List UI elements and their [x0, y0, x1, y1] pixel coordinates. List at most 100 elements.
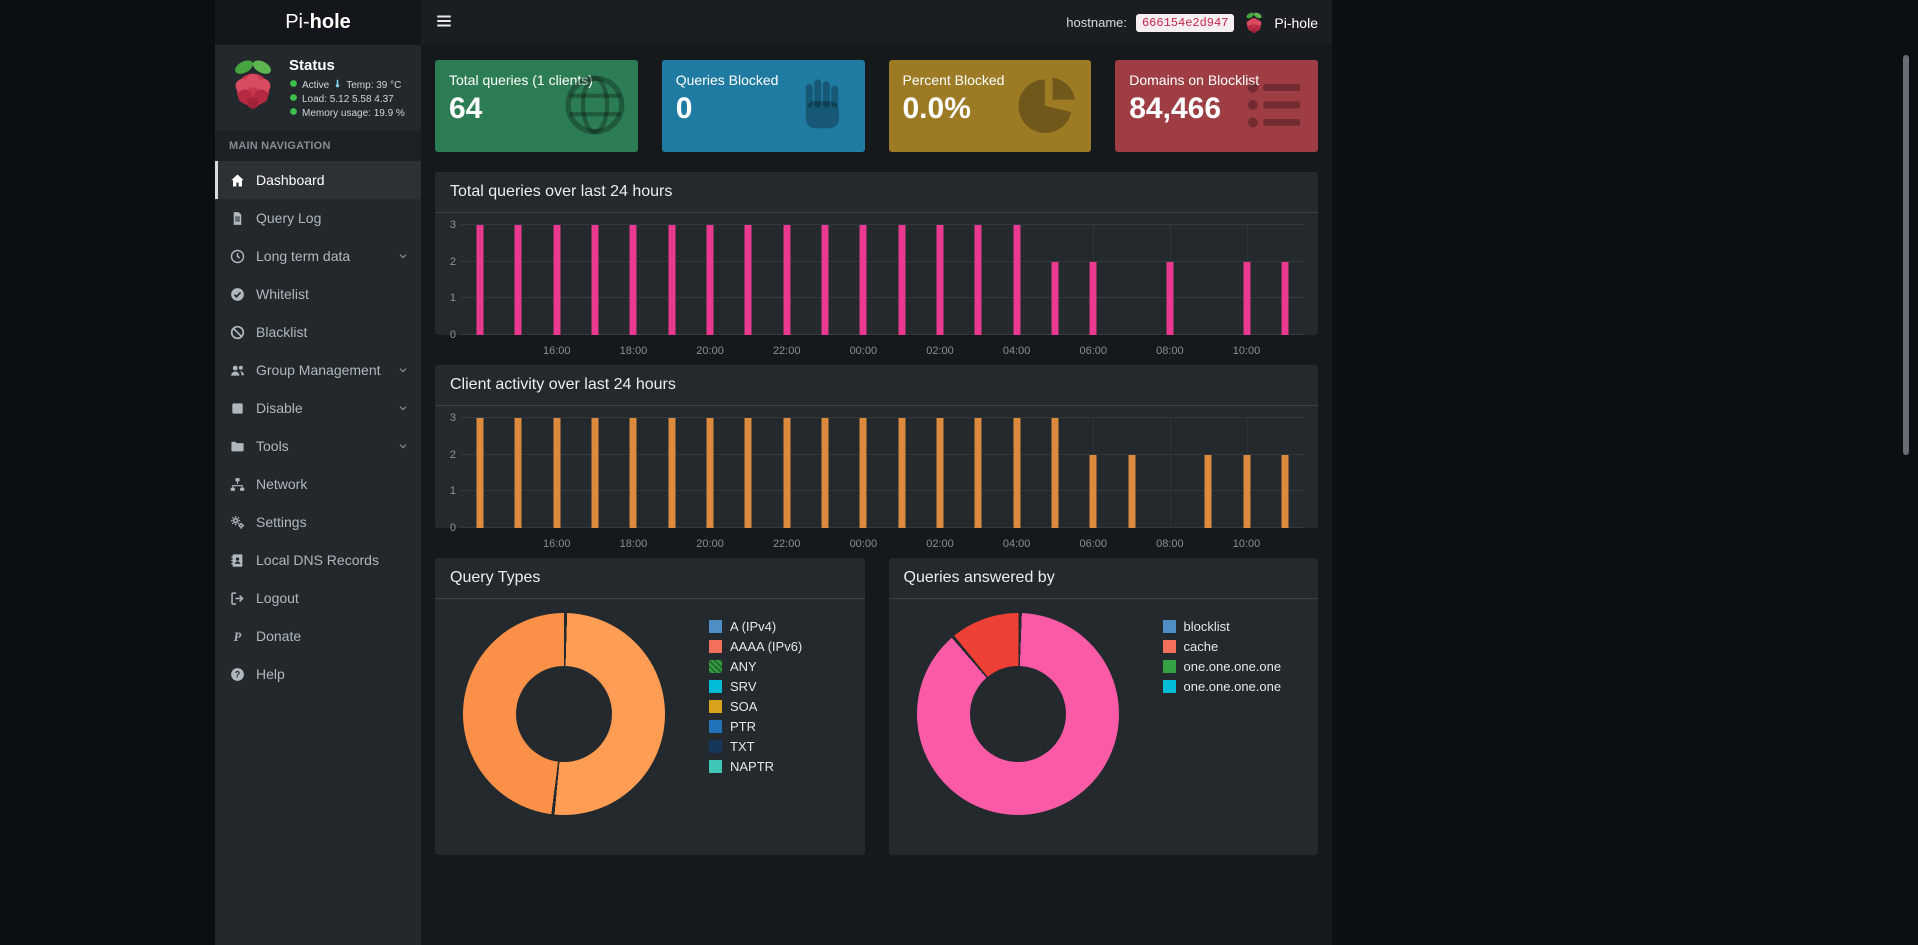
sidebar-item-long-term-data[interactable]: Long term data	[215, 237, 421, 275]
network-icon	[229, 477, 246, 492]
x-tick-label: 16:00	[543, 345, 571, 357]
sidebar-toggle-button[interactable]	[435, 12, 453, 33]
sidebar-item-help[interactable]: ? Help	[215, 655, 421, 693]
x-tick-label: 02:00	[926, 345, 954, 357]
legend-swatch	[709, 660, 722, 673]
sidebar-item-query-log[interactable]: Query Log	[215, 199, 421, 237]
sidebar-item-disable[interactable]: Disable	[215, 389, 421, 427]
legend-item-any[interactable]: ANY	[709, 659, 802, 674]
legend-item-srv[interactable]: SRV	[709, 679, 802, 694]
summary-card-percent-blocked[interactable]: Percent Blocked 0.0%	[888, 60, 1092, 152]
status-line: Active Temp: 39 °C	[289, 79, 405, 93]
navbar-brand-text[interactable]: Pi-hole	[1274, 15, 1318, 31]
legend-label: AAAA (IPv6)	[730, 639, 803, 654]
summary-card-total-queries-1-clients[interactable]: Total queries (1 clients) 64	[435, 60, 638, 152]
y-tick-label: 0	[449, 329, 456, 341]
x-tick-label: 22:00	[772, 345, 801, 357]
summary-card-domains-on-blocklist[interactable]: Domains on Blocklist 84,466	[1115, 60, 1318, 152]
summary-card-queries-blocked[interactable]: Queries Blocked 0	[661, 60, 865, 152]
panel-header: Total queries over last 24 hours	[435, 172, 1318, 213]
legend-item-blocklist[interactable]: blocklist	[1162, 619, 1282, 634]
legend-item-aaaa-ipv6[interactable]: AAAA (IPv6)	[709, 639, 802, 654]
x-tick-label: 06:00	[1079, 345, 1108, 357]
gridline	[461, 490, 1304, 492]
sidebar-item-donate[interactable]: P Donate	[215, 617, 421, 655]
legend-label: A (IPv4)	[730, 619, 777, 634]
pihole-raspberry-icon[interactable]	[1243, 11, 1265, 35]
query-types-donut[interactable]	[463, 613, 665, 815]
bar	[591, 225, 599, 335]
gridline	[461, 224, 1304, 225]
sidebar-item-logout[interactable]: Logout	[215, 579, 421, 617]
thermometer-icon	[333, 79, 342, 93]
total-queries-chart[interactable]: 0 1 2 3 16:00 18:00 20:00 22:00 00:00 02:00 04:00 0…	[443, 219, 1304, 357]
legend-swatch	[1162, 660, 1176, 673]
bottom-panels-row: Query Types A (IPv4) AAAA (IPv6) ANY SRV SOA…	[435, 558, 1318, 875]
queries-answered-body: blocklist cache one.one.one.one one.one.one…	[889, 599, 1319, 855]
ban-icon	[229, 325, 246, 340]
bar	[744, 225, 752, 335]
y-axis: 0 1 2 3	[443, 219, 461, 341]
legend-item-naptr[interactable]: NAPTR	[709, 759, 802, 774]
sidebar-item-blacklist[interactable]: Blacklist	[215, 313, 421, 351]
panel-total-queries: Total queries over last 24 hours 0 1 2 3 16:…	[435, 172, 1318, 357]
legend-label: TXT	[730, 739, 755, 754]
query-types-legend: A (IPv4) AAAA (IPv6) ANY SRV SOA PTR TXT NAPTR	[709, 619, 802, 815]
status-block: Status Active Temp: 39 °C Load: 5.12 5.58 …	[215, 45, 421, 131]
panel-title: Query Types	[450, 569, 541, 586]
legend-item-txt[interactable]: TXT	[709, 739, 802, 754]
bar	[553, 225, 561, 335]
bar	[821, 418, 829, 528]
bar	[706, 418, 714, 528]
sidebar-item-group-management[interactable]: Group Management	[215, 351, 421, 389]
bar	[783, 225, 791, 335]
legend-label: cache	[1183, 639, 1219, 654]
hand-icon	[791, 74, 853, 141]
bar	[974, 225, 982, 335]
client-activity-chart[interactable]: 0 1 2 3 16:00 18:00 20:00 22:00 00:00 02:00 04:00 0…	[443, 412, 1304, 550]
gridline	[461, 417, 1304, 418]
y-tick-label: 0	[449, 522, 456, 534]
svg-text:P: P	[234, 630, 242, 644]
x-tick-label: 04:00	[1002, 538, 1031, 550]
folder-icon	[229, 439, 246, 454]
legend-item-soa[interactable]: SOA	[709, 699, 802, 714]
bar	[706, 225, 714, 335]
sidebar-item-local-dns-records[interactable]: Local DNS Records	[215, 541, 421, 579]
legend-item-cache[interactable]: cache	[1162, 639, 1282, 654]
question-icon: ?	[229, 667, 246, 682]
gridline	[461, 453, 1304, 455]
status-line: Load: 5.12 5.58 4.37	[289, 93, 405, 107]
status-dot-icon	[289, 93, 298, 107]
list-icon	[1244, 74, 1306, 141]
legend-item-one-one-one-one[interactable]: one.one.one.one	[1162, 659, 1281, 674]
bar	[629, 418, 637, 528]
bar	[1166, 261, 1174, 335]
brand-logo[interactable]: Pi-hole	[215, 0, 421, 45]
bar	[1281, 454, 1289, 528]
scrollbar[interactable]	[1903, 55, 1909, 455]
bar	[514, 225, 522, 335]
legend-item-ptr[interactable]: PTR	[709, 719, 802, 734]
x-tick-label: 20:00	[696, 345, 724, 357]
sidebar-item-whitelist[interactable]: Whitelist	[215, 275, 421, 313]
queries-answered-donut[interactable]	[916, 613, 1119, 815]
sidebar-item-dashboard[interactable]: Dashboard	[215, 161, 421, 199]
bar	[1243, 454, 1251, 528]
status-value: Load: 5.12 5.58 4.37	[302, 94, 394, 105]
status-line: Memory usage: 19.9 %	[289, 107, 405, 121]
queries-answered-legend: blocklist cache one.one.one.one one.one.one…	[1162, 619, 1282, 815]
legend-item-one-one-one-one[interactable]: one.one.one.one	[1162, 679, 1281, 694]
sign-out-icon	[229, 591, 246, 606]
bar	[783, 418, 791, 528]
sidebar-item-tools[interactable]: Tools	[215, 427, 421, 465]
sidebar-item-settings[interactable]: Settings	[215, 503, 421, 541]
x-tick-label: 18:00	[619, 538, 648, 550]
chevron-down-icon	[397, 250, 409, 262]
legend-swatch	[709, 680, 722, 693]
svg-text:?: ?	[235, 669, 240, 679]
x-tick-label: 08:00	[1156, 345, 1184, 357]
legend-label: ANY	[730, 659, 757, 674]
legend-item-a-ipv4[interactable]: A (IPv4)	[709, 619, 802, 634]
sidebar-item-network[interactable]: Network	[215, 465, 421, 503]
